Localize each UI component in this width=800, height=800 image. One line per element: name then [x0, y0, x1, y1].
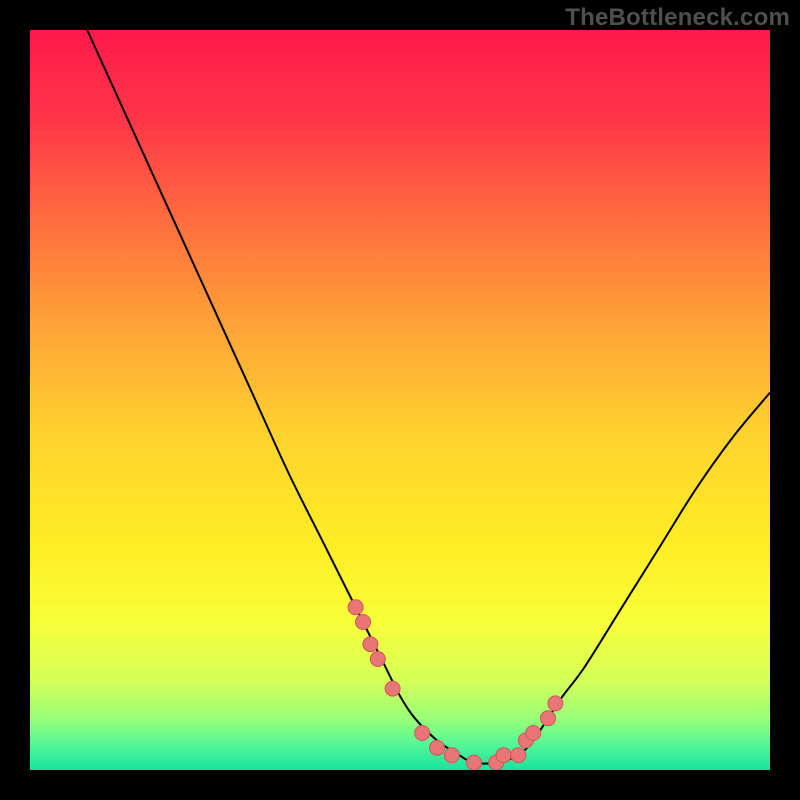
curve-marker — [370, 652, 385, 667]
plot-background — [30, 30, 770, 770]
curve-marker — [430, 740, 445, 755]
curve-marker — [548, 696, 563, 711]
curve-marker — [348, 600, 363, 615]
watermark-text: TheBottleneck.com — [565, 4, 790, 32]
bottleneck-curve-chart — [0, 0, 800, 800]
curve-marker — [415, 726, 430, 741]
curve-marker — [385, 681, 400, 696]
curve-marker — [526, 726, 541, 741]
curve-marker — [363, 637, 378, 652]
curve-marker — [541, 711, 556, 726]
curve-marker — [496, 748, 511, 763]
chart-frame: TheBottleneck.com — [0, 0, 800, 800]
curve-marker — [356, 615, 371, 630]
curve-marker — [444, 748, 459, 763]
curve-marker — [467, 755, 482, 770]
curve-marker — [511, 748, 526, 763]
